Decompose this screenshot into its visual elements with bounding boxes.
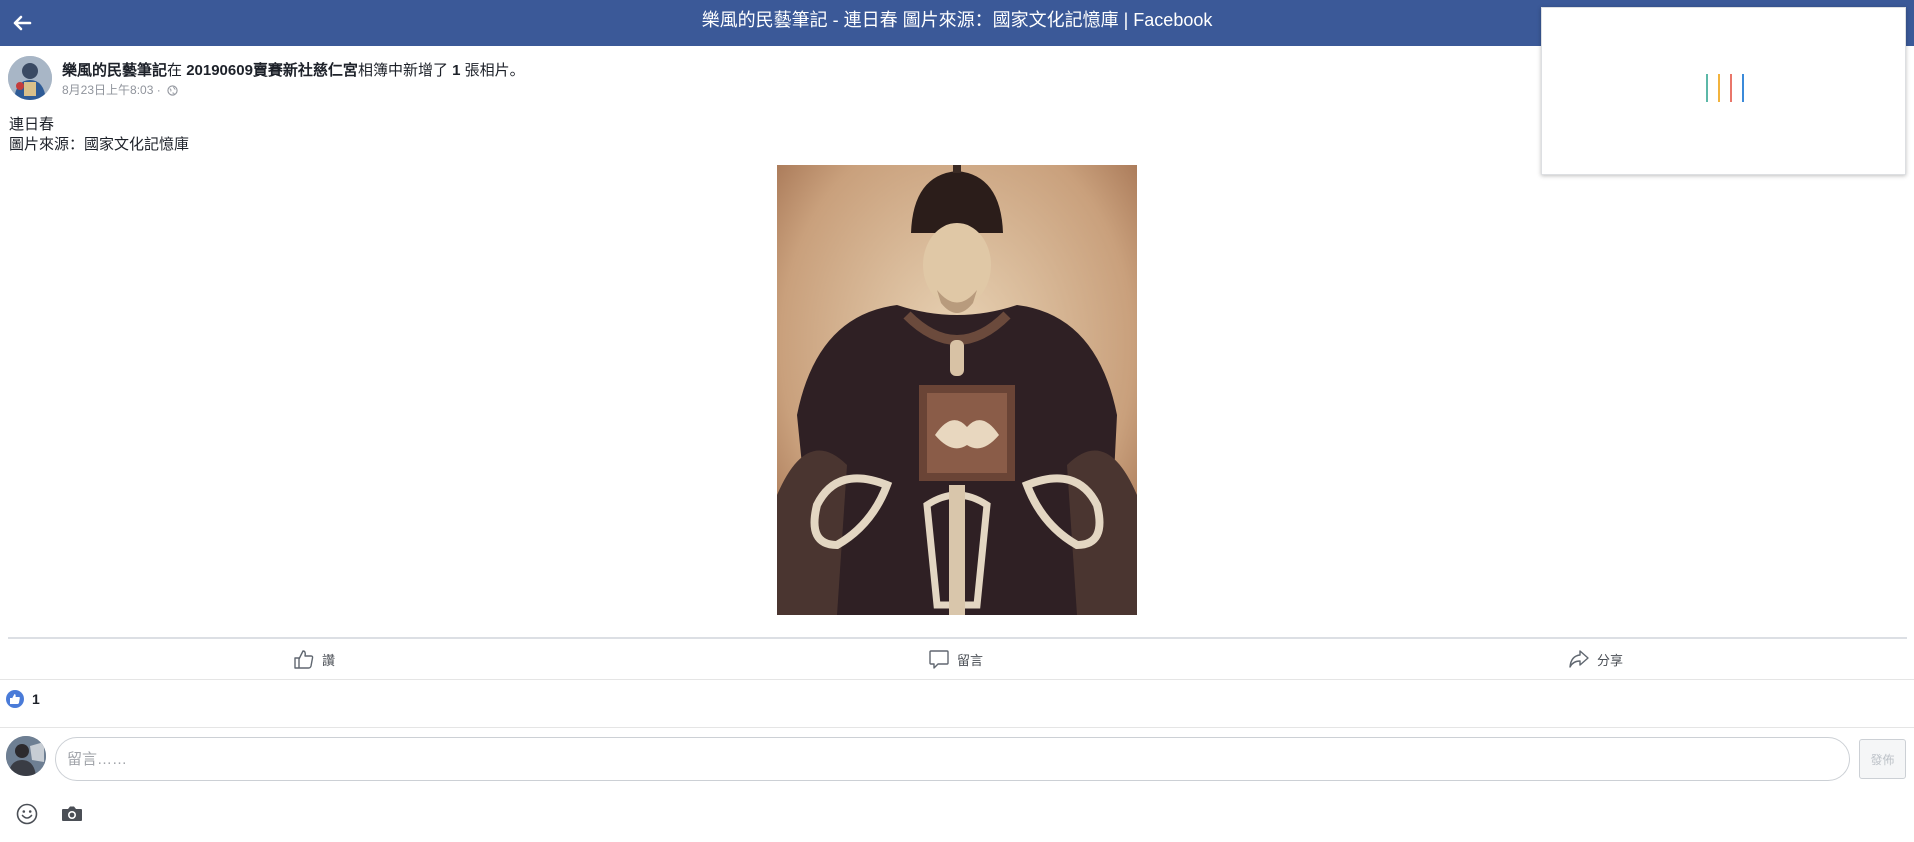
post-text-line-2: 圖片來源：國家文化記憶庫 [9,136,190,153]
emoji-button[interactable] [15,802,39,826]
action-divider-bottom [0,679,1914,680]
like-reaction-icon [6,690,24,708]
comment-bubble-icon [929,650,949,669]
post-header: 樂風的民藝筆記在 20190609賣賽新社慈仁宮相簿中新增了 1 張相片。 8月… [8,56,1508,106]
like-count: 1 [32,691,40,707]
comment-button[interactable]: 留言 [928,647,983,671]
post-meta: 8月23日上午8:03 · [62,83,178,97]
share-button[interactable]: 分享 [1568,647,1623,671]
post-author-line: 樂風的民藝筆記在 20190609賣賽新社慈仁宮相簿中新增了 1 張相片。 [62,62,525,80]
album-link[interactable]: 20190609賣賽新社慈仁宮 [186,62,358,79]
loading-popup [1541,7,1906,175]
smiley-icon [16,803,38,825]
post-photo[interactable] [777,165,1137,615]
author-name-link[interactable]: 樂風的民藝筆記 [62,62,167,79]
photo-attach-button[interactable] [60,802,84,826]
comment-input[interactable] [55,737,1850,781]
comment-divider [0,727,1914,728]
action-prefix: 在 [167,62,187,79]
comment-label: 留言 [957,652,984,668]
thumbs-up-icon [294,650,314,669]
author-avatar[interactable] [8,56,52,100]
post-text-line-1: 連日春 [9,116,55,133]
share-arrow-icon [1569,650,1589,668]
action-bar: 讚 留言 分享 [8,639,1907,679]
post-timestamp[interactable]: 8月23日上午8:03 · [62,83,161,97]
share-label: 分享 [1597,652,1624,668]
post-comment-button[interactable]: 發佈 [1859,739,1906,779]
like-label: 讚 [322,652,336,668]
reactions-summary[interactable]: 1 [6,689,40,709]
commenter-avatar [6,736,46,776]
loading-spinner-icon [1706,74,1746,104]
camera-icon [62,806,82,821]
action-suffix: 張相片。 [460,62,525,79]
post-text: 連日春 圖片來源：國家文化記憶庫 [9,115,189,155]
globe-icon [167,85,178,96]
action-mid: 相簿中新增了 [357,62,453,79]
like-button[interactable]: 讚 [293,647,335,671]
